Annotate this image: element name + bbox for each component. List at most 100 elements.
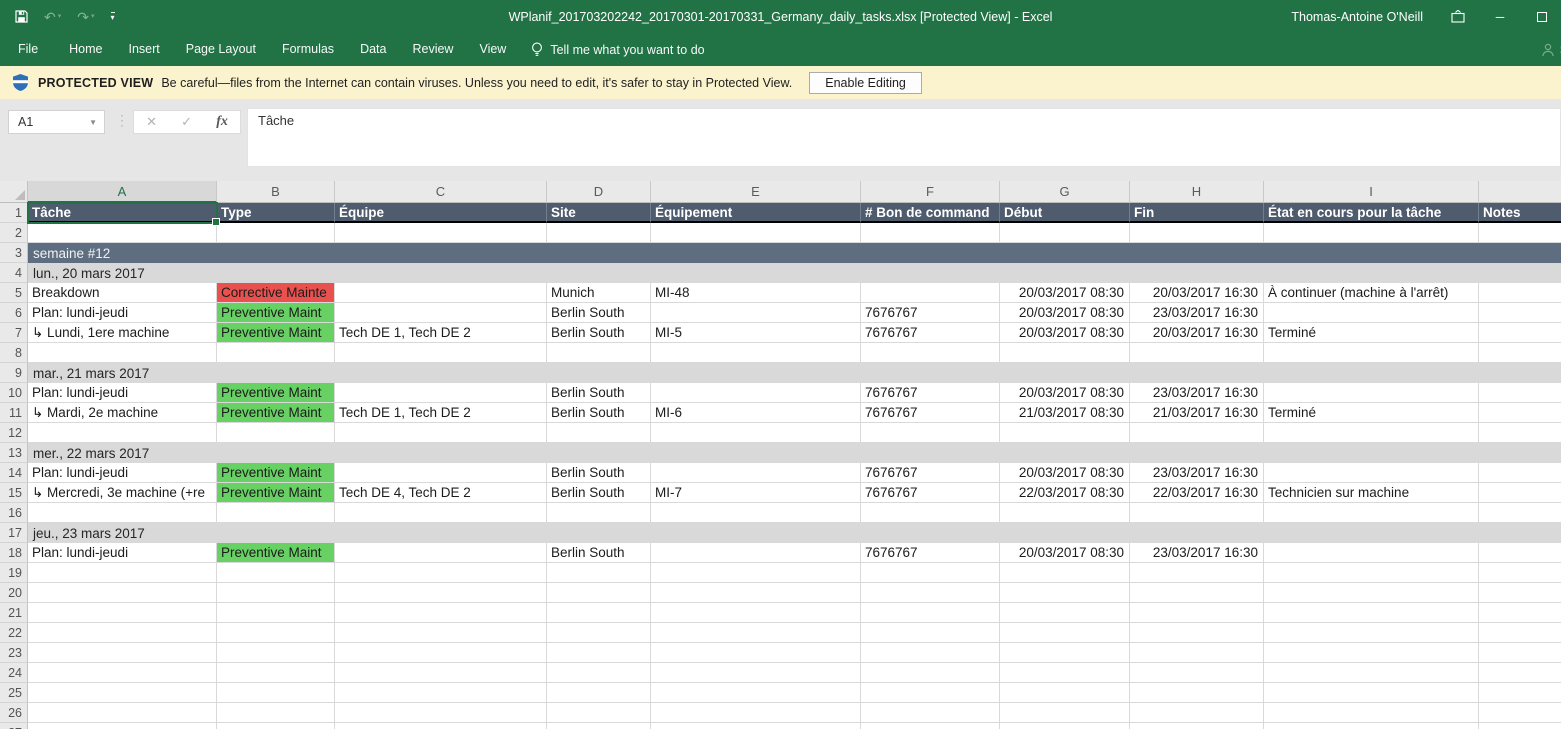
cell-E19[interactable] — [651, 563, 861, 583]
cell-G8[interactable] — [1000, 343, 1130, 363]
row-header-6[interactable]: 6 — [0, 303, 28, 323]
column-header-J[interactable]: J — [1479, 181, 1561, 203]
cell-J20[interactable] — [1479, 583, 1561, 603]
cell-H20[interactable] — [1130, 583, 1264, 603]
band-row-3[interactable]: semaine #12 — [28, 243, 1561, 263]
column-header-D[interactable]: D — [547, 181, 651, 203]
cell-E26[interactable] — [651, 703, 861, 723]
cell-A26[interactable] — [28, 703, 217, 723]
cell-B18[interactable]: Preventive Maint — [217, 543, 335, 563]
cell-F19[interactable] — [861, 563, 1000, 583]
formula-input[interactable]: Tâche — [247, 108, 1561, 167]
cell-J1[interactable]: Notes — [1479, 203, 1561, 223]
ribbon-tab-view[interactable]: View — [466, 33, 519, 66]
redo-dropdown-icon[interactable]: ▾ — [91, 13, 95, 20]
cell-J18[interactable] — [1479, 543, 1561, 563]
cell-H7[interactable]: 20/03/2017 16:30 — [1130, 323, 1264, 343]
ribbon-tab-file[interactable]: File — [16, 33, 56, 66]
cell-C6[interactable] — [335, 303, 547, 323]
cell-C18[interactable] — [335, 543, 547, 563]
cell-H23[interactable] — [1130, 643, 1264, 663]
cell-E8[interactable] — [651, 343, 861, 363]
ribbon-tab-page-layout[interactable]: Page Layout — [173, 33, 269, 66]
name-box-dropdown-icon[interactable]: ▼ — [89, 118, 104, 127]
cell-D6[interactable]: Berlin South — [547, 303, 651, 323]
row-header-14[interactable]: 14 — [0, 463, 28, 483]
cell-J7[interactable] — [1479, 323, 1561, 343]
cell-D18[interactable]: Berlin South — [547, 543, 651, 563]
cell-C16[interactable] — [335, 503, 547, 523]
cell-G1[interactable]: Début — [1000, 203, 1130, 223]
cell-J16[interactable] — [1479, 503, 1561, 523]
cell-B14[interactable]: Preventive Maint — [217, 463, 335, 483]
cell-E5[interactable]: MI-48 — [651, 283, 861, 303]
row-header-13[interactable]: 13 — [0, 443, 28, 463]
row-header-20[interactable]: 20 — [0, 583, 28, 603]
cell-D10[interactable]: Berlin South — [547, 383, 651, 403]
save-icon[interactable] — [15, 10, 28, 23]
cell-H21[interactable] — [1130, 603, 1264, 623]
cell-J14[interactable] — [1479, 463, 1561, 483]
undo-icon[interactable]: ↶▾ — [44, 10, 61, 24]
cell-F22[interactable] — [861, 623, 1000, 643]
ribbon-tab-formulas[interactable]: Formulas — [269, 33, 347, 66]
cell-C25[interactable] — [335, 683, 547, 703]
cell-F5[interactable] — [861, 283, 1000, 303]
cell-F20[interactable] — [861, 583, 1000, 603]
cell-C12[interactable] — [335, 423, 547, 443]
cell-F10[interactable]: 7676767 — [861, 383, 1000, 403]
cell-C14[interactable] — [335, 463, 547, 483]
cell-D23[interactable] — [547, 643, 651, 663]
cell-G10[interactable]: 20/03/2017 08:30 — [1000, 383, 1130, 403]
cell-C8[interactable] — [335, 343, 547, 363]
cell-H16[interactable] — [1130, 503, 1264, 523]
cell-J25[interactable] — [1479, 683, 1561, 703]
ribbon-tab-home[interactable]: Home — [56, 33, 115, 66]
cell-J27[interactable] — [1479, 723, 1561, 729]
cell-I18[interactable] — [1264, 543, 1479, 563]
cell-H24[interactable] — [1130, 663, 1264, 683]
cell-H26[interactable] — [1130, 703, 1264, 723]
cell-F23[interactable] — [861, 643, 1000, 663]
cell-B12[interactable] — [217, 423, 335, 443]
cell-B20[interactable] — [217, 583, 335, 603]
cell-E11[interactable]: MI-6 — [651, 403, 861, 423]
row-header-2[interactable]: 2 — [0, 223, 28, 243]
cell-A18[interactable]: Plan: lundi-jeudi — [28, 543, 217, 563]
row-header-5[interactable]: 5 — [0, 283, 28, 303]
row-header-22[interactable]: 22 — [0, 623, 28, 643]
cell-G22[interactable] — [1000, 623, 1130, 643]
insert-function-icon[interactable]: fx — [216, 114, 228, 130]
cell-A2[interactable] — [28, 223, 217, 243]
row-header-11[interactable]: 11 — [0, 403, 28, 423]
column-header-H[interactable]: H — [1130, 181, 1264, 203]
cell-E16[interactable] — [651, 503, 861, 523]
cell-I8[interactable] — [1264, 343, 1479, 363]
row-header-12[interactable]: 12 — [0, 423, 28, 443]
row-header-21[interactable]: 21 — [0, 603, 28, 623]
cell-I22[interactable] — [1264, 623, 1479, 643]
cell-I14[interactable] — [1264, 463, 1479, 483]
cell-I25[interactable] — [1264, 683, 1479, 703]
cell-G20[interactable] — [1000, 583, 1130, 603]
maximize-button[interactable] — [1535, 10, 1549, 24]
cell-F12[interactable] — [861, 423, 1000, 443]
cell-A1[interactable]: Tâche — [28, 203, 217, 223]
cell-E10[interactable] — [651, 383, 861, 403]
cell-C26[interactable] — [335, 703, 547, 723]
ribbon-tab-insert[interactable]: Insert — [116, 33, 173, 66]
cell-I16[interactable] — [1264, 503, 1479, 523]
band-row-17[interactable]: jeu., 23 mars 2017 — [28, 523, 1561, 543]
column-header-B[interactable]: B — [217, 181, 335, 203]
row-header-4[interactable]: 4 — [0, 263, 28, 283]
cell-G23[interactable] — [1000, 643, 1130, 663]
cell-A25[interactable] — [28, 683, 217, 703]
cell-F14[interactable]: 7676767 — [861, 463, 1000, 483]
cell-D20[interactable] — [547, 583, 651, 603]
cell-C7[interactable]: Tech DE 1, Tech DE 2 — [335, 323, 547, 343]
cell-D22[interactable] — [547, 623, 651, 643]
cell-G25[interactable] — [1000, 683, 1130, 703]
ribbon-tab-data[interactable]: Data — [347, 33, 399, 66]
cell-D12[interactable] — [547, 423, 651, 443]
cell-E1[interactable]: Équipement — [651, 203, 861, 223]
